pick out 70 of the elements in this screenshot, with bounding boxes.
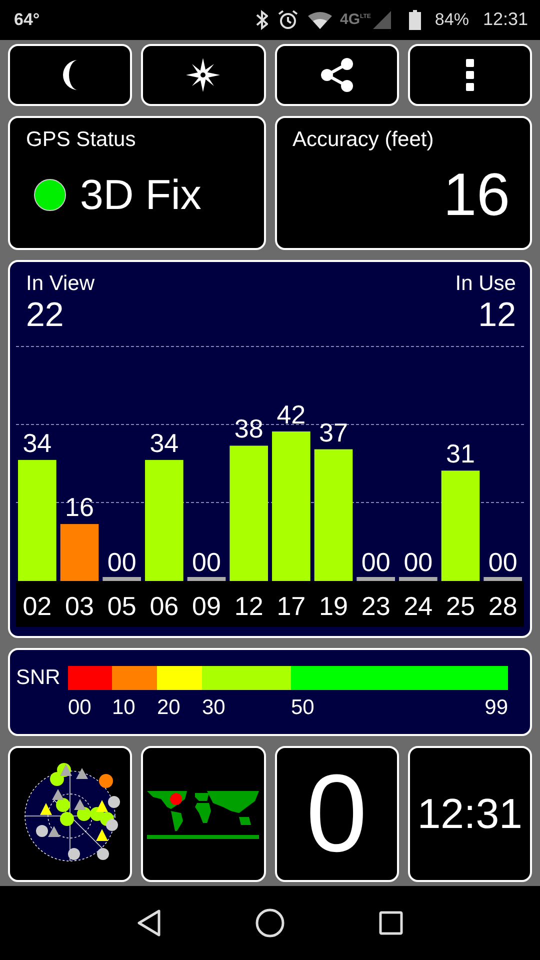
satellite-id: 09 bbox=[192, 590, 221, 621]
signal-icon bbox=[372, 10, 391, 29]
dashboard-tile[interactable] bbox=[141, 746, 266, 882]
snr-scale-label: 30 bbox=[202, 696, 226, 720]
compass-button[interactable] bbox=[141, 44, 266, 106]
card-title: Accuracy (feet) bbox=[292, 128, 435, 152]
temperature: 64° bbox=[14, 10, 40, 30]
snr-scale-label: 10 bbox=[112, 696, 136, 720]
signal-bar bbox=[187, 576, 226, 581]
tile-value: 12:31 bbox=[417, 790, 522, 838]
satellite-id: 19 bbox=[319, 590, 348, 621]
dashboard-tile[interactable]: 0 bbox=[274, 746, 399, 882]
signal-bar bbox=[484, 576, 522, 581]
compass-rose-icon bbox=[186, 58, 220, 92]
recents-button[interactable] bbox=[379, 910, 403, 935]
satellite-id: 17 bbox=[276, 590, 306, 621]
tile-value: 0 bbox=[306, 751, 368, 878]
satellite-id: 12 bbox=[234, 590, 264, 621]
bluetooth-icon bbox=[256, 10, 268, 30]
satellite-id: 06 bbox=[150, 590, 179, 621]
signal-value: 38 bbox=[234, 413, 264, 444]
in-view-label: In View bbox=[26, 272, 94, 296]
snr-scale-label: 50 bbox=[291, 696, 316, 720]
network-type: 4G bbox=[340, 11, 360, 28]
back-button[interactable] bbox=[137, 908, 161, 937]
battery-icon bbox=[408, 10, 421, 30]
signal-bar bbox=[102, 576, 141, 581]
clock-time: 12:31 bbox=[482, 9, 528, 30]
menu-button[interactable] bbox=[408, 44, 532, 106]
more-options-icon bbox=[466, 58, 474, 91]
signal-value: 00 bbox=[107, 546, 136, 577]
signal-value: 00 bbox=[404, 546, 433, 577]
signal-value: 42 bbox=[276, 399, 306, 430]
card-title: GPS Status bbox=[26, 128, 137, 152]
satellite-id: 23 bbox=[361, 590, 390, 621]
signal-bar bbox=[399, 576, 438, 581]
accuracy-value: 16 bbox=[443, 160, 510, 230]
in-view-count: 22 bbox=[26, 296, 65, 334]
in-use-count: 12 bbox=[478, 296, 516, 334]
share-icon bbox=[320, 58, 354, 92]
share-button[interactable] bbox=[274, 44, 399, 106]
fix-status: 3D Fix bbox=[80, 170, 202, 219]
signal-value: 31 bbox=[446, 438, 475, 468]
signal-value: 00 bbox=[192, 546, 221, 577]
wifi-icon bbox=[308, 10, 332, 29]
alarm-clock-icon bbox=[278, 10, 298, 30]
satellite-id: 25 bbox=[446, 590, 475, 621]
signal-value: 34 bbox=[150, 428, 179, 458]
snr-scale-label: 00 bbox=[68, 696, 92, 720]
night-mode-button[interactable] bbox=[8, 44, 132, 106]
dashboard-tile[interactable]: 12:31 bbox=[408, 746, 532, 882]
snr-label: SNR bbox=[16, 666, 62, 690]
satellite-id: 02 bbox=[22, 590, 52, 621]
signal-value: 34 bbox=[22, 428, 52, 458]
home-button[interactable] bbox=[255, 908, 285, 938]
signal-value: 16 bbox=[65, 492, 94, 522]
snr-scale-label: 20 bbox=[157, 696, 182, 720]
satellite-id: 05 bbox=[107, 590, 136, 621]
snr-scale-label: 99 bbox=[484, 696, 508, 720]
signal-bar bbox=[356, 576, 395, 581]
battery-percentage: 84% bbox=[434, 10, 469, 30]
satellite-id: 03 bbox=[65, 590, 94, 621]
signal-value: 37 bbox=[319, 416, 348, 447]
dashboard-tile[interactable] bbox=[8, 746, 132, 882]
signal-value: 00 bbox=[361, 546, 390, 577]
satellite-id: 28 bbox=[488, 590, 518, 621]
satellite-id: 24 bbox=[404, 590, 433, 621]
signal-value: 00 bbox=[488, 546, 518, 577]
signal-bar bbox=[60, 524, 99, 581]
in-use-label: In Use bbox=[455, 272, 516, 296]
